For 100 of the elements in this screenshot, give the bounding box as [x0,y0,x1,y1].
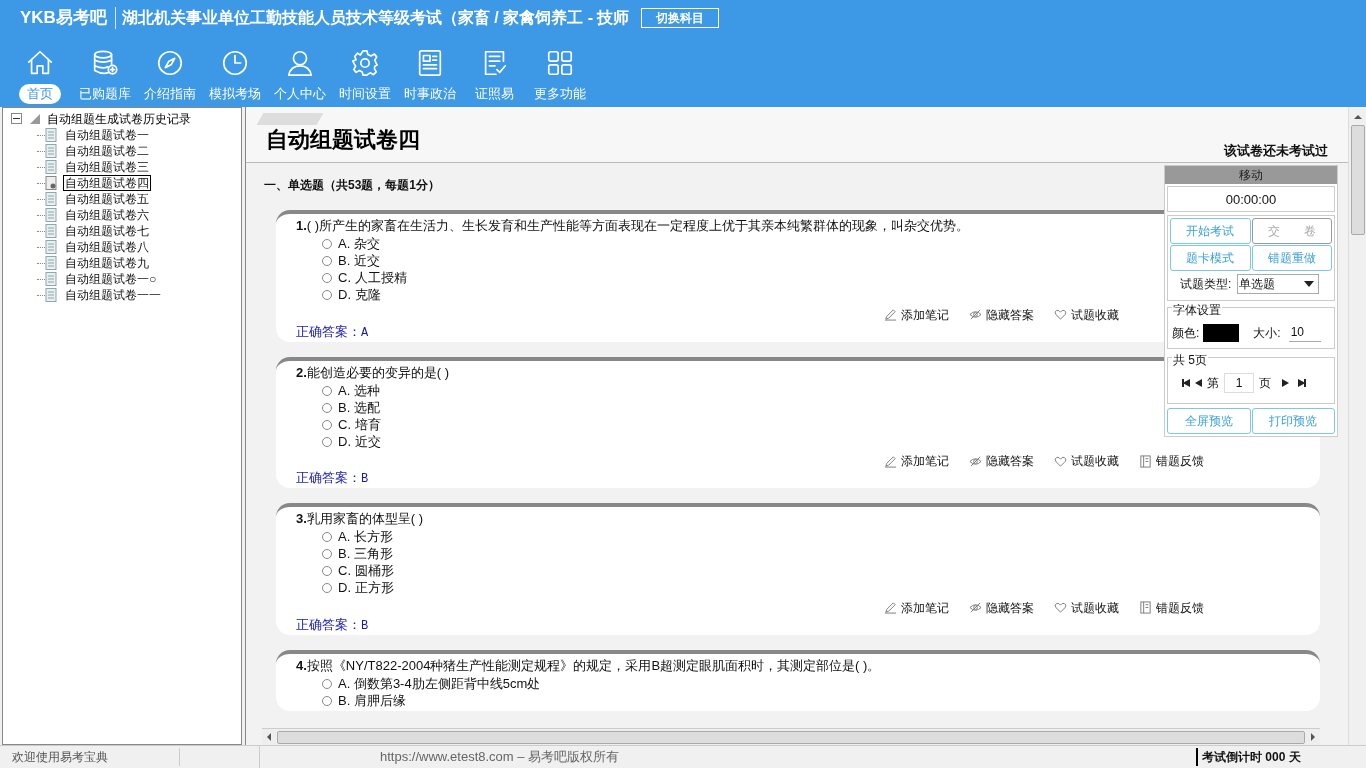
eye-icon [969,308,982,321]
document-icon [45,240,57,254]
size-field[interactable]: 10 [1288,323,1321,342]
color-swatch[interactable] [1203,323,1240,342]
answer-label: 正确答案： [296,323,361,339]
document-icon [45,160,57,174]
option-text[interactable]: A. 杂交 [338,234,380,254]
settings-icon[interactable] [349,48,380,78]
question-action[interactable]: 隐藏答案 [969,452,1034,470]
document-icon [45,224,57,238]
answer-label: 正确答案： [296,616,361,632]
exam-title: 湖北机关事业单位工勤技能人员技术等级考试（家畜 / 家禽饲养工 - 技师 [120,8,630,28]
tree-item[interactable]: 自动组题试卷三 [63,159,151,175]
first-page-icon[interactable] [1182,379,1190,387]
question-action[interactable]: 隐藏答案 [969,305,1034,324]
radio-button[interactable] [322,256,332,266]
paper-title: 自动组题试卷四 [266,126,420,154]
radio-button[interactable] [322,273,332,283]
type-label: 试题类型: [1180,276,1232,293]
document-icon [45,208,57,222]
radio-button[interactable] [322,695,332,706]
page-suffix: 页 [1259,375,1271,392]
radio-button[interactable] [322,678,332,689]
tree-item[interactable]: 自动组题试卷一一 [63,287,163,303]
question-action[interactable]: 试题收藏 [1054,598,1119,617]
answer-value: B [361,618,369,633]
question-text: 2.能创造必要的变异的是( ) [296,363,450,382]
answer-value: B [361,472,369,486]
question-action[interactable]: 添加笔记 [884,598,949,617]
tree-item[interactable]: 自动组题试卷四 [63,175,151,191]
radio-button[interactable] [322,549,332,559]
document-icon [45,288,57,302]
tree-root-label[interactable]: 自动组题生成试卷历史记录 [47,109,191,128]
heart-icon [1054,308,1067,321]
radio-button[interactable] [322,385,332,396]
option-text[interactable]: A. 长方形 [338,527,393,547]
question-action[interactable]: 添加笔记 [884,305,949,324]
tree-item[interactable]: 自动组题试卷九 [63,255,151,271]
tree-item[interactable]: 自动组题试卷五 [63,191,151,207]
page-prefix: 第 [1207,375,1219,392]
copyright-text: https://www.etest8.com – 易考吧版权所有 [379,748,621,767]
question-text: 3.乳用家畜的体型呈( ) [296,510,424,528]
tree-item[interactable]: 自动组题试卷一○ [63,271,159,287]
eye-icon [969,601,982,614]
option-text[interactable]: B. 近交 [338,251,380,271]
question-action[interactable]: 错题反馈 [1139,598,1204,617]
radio-button[interactable] [322,402,332,413]
radio-button[interactable] [322,566,332,576]
pencil-icon [884,601,897,614]
question-action[interactable]: 错题反馈 [1139,452,1204,470]
radio-button[interactable] [322,583,332,593]
tree-item[interactable]: 自动组题试卷二 [63,143,151,159]
vertical-scrollbar[interactable] [1348,107,1366,745]
radio-button[interactable] [322,436,332,447]
previous-page-icon[interactable] [1195,379,1202,387]
option-text[interactable]: C. 圆桶形 [338,561,394,581]
tree-item[interactable]: 自动组题试卷六 [63,207,151,223]
collapse-toggle[interactable] [11,113,22,124]
pencil-icon [884,454,897,468]
question-text: 1.( )所产生的家畜在生活力、生长发育和生产性能等方面表现在一定程度上优于其亲本纯繁群体的现象，叫杂交优势。 [296,217,970,235]
eye-icon [969,454,982,468]
radio-button[interactable] [322,419,332,430]
answer-value: A [361,325,369,340]
heart-icon [1054,454,1067,468]
option-text[interactable]: D. 克隆 [338,285,381,305]
next-page-icon[interactable] [1282,379,1289,387]
last-page-icon[interactable] [1298,379,1306,387]
notebook-icon [1139,601,1152,614]
option-text[interactable]: C. 人工授精 [338,268,407,288]
app-logo: YKB易考吧 [20,7,116,29]
type-dropdown[interactable]: 单选题 [1237,274,1320,294]
section-heading: 一、单选题（共53题，每题1分） [263,177,442,194]
color-label: 颜色: [1172,324,1200,342]
radio-button[interactable] [322,290,332,300]
exam-status: 该试卷还未考试过 [1224,142,1328,160]
size-label: 大小: [1253,324,1281,342]
answer-label: 正确答案： [296,470,361,485]
title-decoration [256,113,324,125]
heart-icon [1054,601,1067,614]
move-handle[interactable]: 移动 [1165,166,1337,184]
folder-triangle-icon [30,113,40,124]
question-action[interactable]: 试题收藏 [1054,452,1119,470]
document-icon [45,272,57,286]
document-icon [45,128,57,142]
question-action[interactable]: 试题收藏 [1054,305,1119,324]
question-action[interactable]: 隐藏答案 [969,598,1034,617]
notebook-icon [1139,454,1152,468]
question-action[interactable]: 添加笔记 [884,452,949,470]
horizontal-scrollbar[interactable] [262,728,1320,745]
page-field[interactable]: 1 [1224,373,1254,393]
tree-item[interactable]: 自动组题试卷七 [63,223,151,239]
option-text[interactable]: D. 正方形 [338,578,394,598]
tree-item[interactable]: 自动组题试卷一 [63,127,151,143]
tree-item[interactable]: 自动组题试卷八 [63,239,151,255]
timer: 00:00:00 [1167,186,1335,212]
radio-button[interactable] [322,239,332,249]
radio-button[interactable] [322,532,332,542]
pencil-icon [884,308,897,321]
welcome-text: 欢迎使用易考宝典 [0,748,180,766]
option-text[interactable]: B. 三角形 [338,544,393,564]
